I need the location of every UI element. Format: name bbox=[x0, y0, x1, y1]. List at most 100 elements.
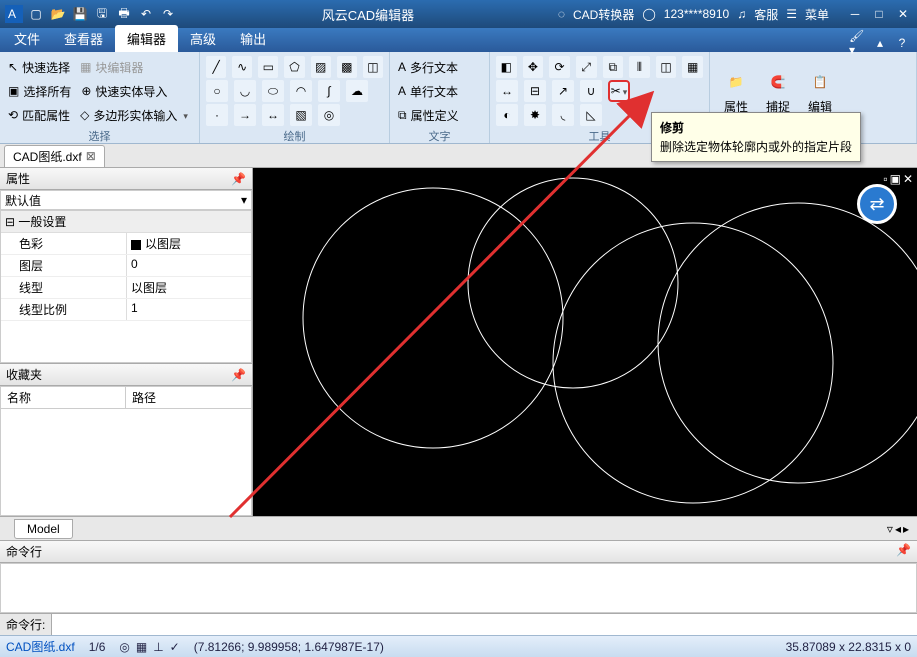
translate-badge[interactable]: ⇄ bbox=[857, 184, 897, 224]
avatar-icon[interactable]: ◯ bbox=[642, 7, 655, 21]
edit-big-button[interactable]: 📋 编辑 bbox=[800, 64, 840, 119]
maximize-button[interactable]: □ bbox=[869, 5, 889, 23]
xline-icon[interactable]: ↔ bbox=[262, 104, 284, 126]
polar-toggle-icon[interactable]: ✓ bbox=[170, 640, 180, 654]
trim-button[interactable]: ✂ bbox=[608, 80, 630, 102]
close-canvas-icon[interactable]: ✕ bbox=[903, 172, 913, 186]
offset-icon[interactable]: ◫ bbox=[656, 56, 677, 78]
support-link[interactable]: 客服 bbox=[754, 6, 778, 23]
snap-big-button[interactable]: 🧲 捕捉 bbox=[758, 64, 798, 119]
fav-col-path[interactable]: 路径 bbox=[126, 387, 162, 408]
hatch-icon[interactable]: ▩ bbox=[337, 56, 357, 78]
move-icon[interactable]: ✥ bbox=[523, 56, 544, 78]
region-icon[interactable]: ▨ bbox=[311, 56, 331, 78]
grid-toggle-icon[interactable]: ▦ bbox=[136, 640, 147, 654]
pin-icon[interactable]: 📌 bbox=[231, 172, 246, 186]
undo-icon[interactable]: ↶ bbox=[136, 4, 156, 24]
tab-viewer[interactable]: 查看器 bbox=[52, 25, 115, 52]
line-icon[interactable]: ╱ bbox=[206, 56, 226, 78]
polyline-icon[interactable]: ∿ bbox=[232, 56, 252, 78]
scroll-right-icon[interactable]: ▸ bbox=[903, 522, 909, 536]
scale-icon[interactable]: ⤢ bbox=[576, 56, 597, 78]
break-icon[interactable]: ⊟ bbox=[524, 80, 546, 102]
open-icon[interactable]: 📂 bbox=[48, 4, 68, 24]
fillet-icon[interactable]: ◟ bbox=[552, 104, 574, 126]
fav-col-name[interactable]: 名称 bbox=[1, 387, 126, 408]
spline-icon[interactable]: ∫ bbox=[318, 80, 340, 102]
collapse-ribbon-icon[interactable]: ▴ bbox=[871, 34, 889, 52]
explode-icon[interactable]: ✸ bbox=[524, 104, 546, 126]
join-icon[interactable]: ∪ bbox=[580, 80, 602, 102]
converter-icon[interactable]: ◌ bbox=[558, 7, 565, 21]
stretch-icon[interactable]: ↔ bbox=[496, 80, 518, 102]
tool-a-icon[interactable]: ◧ bbox=[496, 56, 517, 78]
property-grid[interactable]: ⊟ 一般设置 色彩以图层 图层0 线型以图层 线型比例1 bbox=[0, 210, 252, 363]
menu-link[interactable]: 菜单 bbox=[805, 6, 829, 23]
close-button[interactable]: ✕ bbox=[893, 5, 913, 23]
copy-tool-icon[interactable]: ⧉ bbox=[603, 56, 624, 78]
more-draw-icon[interactable]: ◫ bbox=[363, 56, 383, 78]
tab-file[interactable]: 文件 bbox=[2, 25, 52, 52]
boundary-icon[interactable]: ▧ bbox=[290, 104, 312, 126]
circle-icon[interactable]: ○ bbox=[206, 80, 228, 102]
max-icon[interactable]: ▣ bbox=[890, 172, 901, 186]
ray-icon[interactable]: → bbox=[234, 104, 256, 126]
drawing-canvas[interactable]: ▫ ▣ ✕ ⇄ bbox=[253, 168, 917, 516]
restore-icon[interactable]: ▫ bbox=[883, 172, 887, 186]
pin-icon[interactable]: 📌 bbox=[231, 368, 246, 382]
app-title: 风云CAD编辑器 bbox=[178, 5, 558, 24]
document-tab[interactable]: CAD图纸.dxf ⊠ bbox=[4, 145, 105, 167]
minimize-button[interactable]: ─ bbox=[845, 5, 865, 23]
props-default-row[interactable]: 默认值 ▾ bbox=[0, 190, 252, 210]
revision-cloud-icon[interactable]: ☁ bbox=[346, 80, 368, 102]
ortho-toggle-icon[interactable]: ⊥ bbox=[153, 640, 163, 654]
polygon-tool-icon[interactable]: ⬠ bbox=[284, 56, 304, 78]
extend-icon[interactable]: ↗ bbox=[552, 80, 574, 102]
menu-icon[interactable]: ☰ bbox=[786, 7, 797, 21]
chamfer-icon[interactable]: ◺ bbox=[580, 104, 602, 126]
theme-icon[interactable]: 🖌▾ bbox=[849, 34, 867, 52]
snap-toggle-icon[interactable]: ◎ bbox=[119, 640, 129, 654]
ellipse-icon[interactable]: ⬭ bbox=[262, 80, 284, 102]
mirror-icon[interactable]: ⦀ bbox=[629, 56, 650, 78]
tab-advanced[interactable]: 高级 bbox=[178, 25, 228, 52]
arc-icon[interactable]: ◡ bbox=[234, 80, 256, 102]
model-tab[interactable]: Model bbox=[14, 519, 73, 539]
scroll-left-icon[interactable]: ◂ bbox=[895, 522, 901, 536]
new-icon[interactable]: ▢ bbox=[26, 4, 46, 24]
array-icon[interactable]: ▦ bbox=[682, 56, 703, 78]
block-editor-button[interactable]: ▦块编辑器 bbox=[78, 56, 145, 78]
quick-solid-import-button[interactable]: ⊕快速实体导入 bbox=[79, 80, 169, 102]
tool-c1-icon[interactable]: ◐ bbox=[496, 104, 518, 126]
point-icon[interactable]: · bbox=[206, 104, 228, 126]
prop-category[interactable]: ⊟ 一般设置 bbox=[1, 211, 251, 233]
ellipse-arc-icon[interactable]: ◠ bbox=[290, 80, 312, 102]
tab-editor[interactable]: 编辑器 bbox=[115, 25, 178, 52]
quick-select-button[interactable]: ↖快速选择 bbox=[6, 56, 72, 78]
command-history[interactable] bbox=[0, 563, 917, 613]
tab-output[interactable]: 输出 bbox=[228, 25, 278, 52]
save-icon[interactable]: 💾 bbox=[70, 4, 90, 24]
dropdown-icon[interactable]: ▾ bbox=[241, 193, 247, 207]
select-all-button[interactable]: ▣选择所有 bbox=[6, 80, 73, 102]
donut-icon[interactable]: ◎ bbox=[318, 104, 340, 126]
print-icon[interactable]: 🖶 bbox=[114, 4, 134, 24]
layout-dropdown-icon[interactable]: ▿ bbox=[887, 522, 893, 536]
app-icon[interactable]: A bbox=[4, 4, 24, 24]
headset-icon[interactable]: ♫ bbox=[737, 7, 746, 21]
redo-icon[interactable]: ↷ bbox=[158, 4, 178, 24]
stext-button[interactable]: A单行文本 bbox=[396, 80, 460, 102]
match-props-button[interactable]: ⟲匹配属性 bbox=[6, 104, 72, 126]
doc-tab-close-icon[interactable]: ⊠ bbox=[86, 149, 96, 163]
help-icon[interactable]: ? bbox=[893, 34, 911, 52]
rect-icon[interactable]: ▭ bbox=[258, 56, 278, 78]
rotate-icon[interactable]: ⟳ bbox=[549, 56, 570, 78]
attdef-button[interactable]: ⧉属性定义 bbox=[396, 104, 461, 126]
command-input[interactable] bbox=[52, 614, 917, 635]
saveas-icon[interactable]: 🖫 bbox=[92, 4, 112, 24]
props-big-button[interactable]: 📁 属性 bbox=[716, 64, 756, 119]
converter-link[interactable]: CAD转换器 bbox=[573, 6, 634, 23]
pin-icon[interactable]: 📌 bbox=[896, 543, 911, 560]
mtext-button[interactable]: A多行文本 bbox=[396, 56, 460, 78]
polygon-solid-input-button[interactable]: ◇多边形实体输入 bbox=[78, 104, 190, 126]
